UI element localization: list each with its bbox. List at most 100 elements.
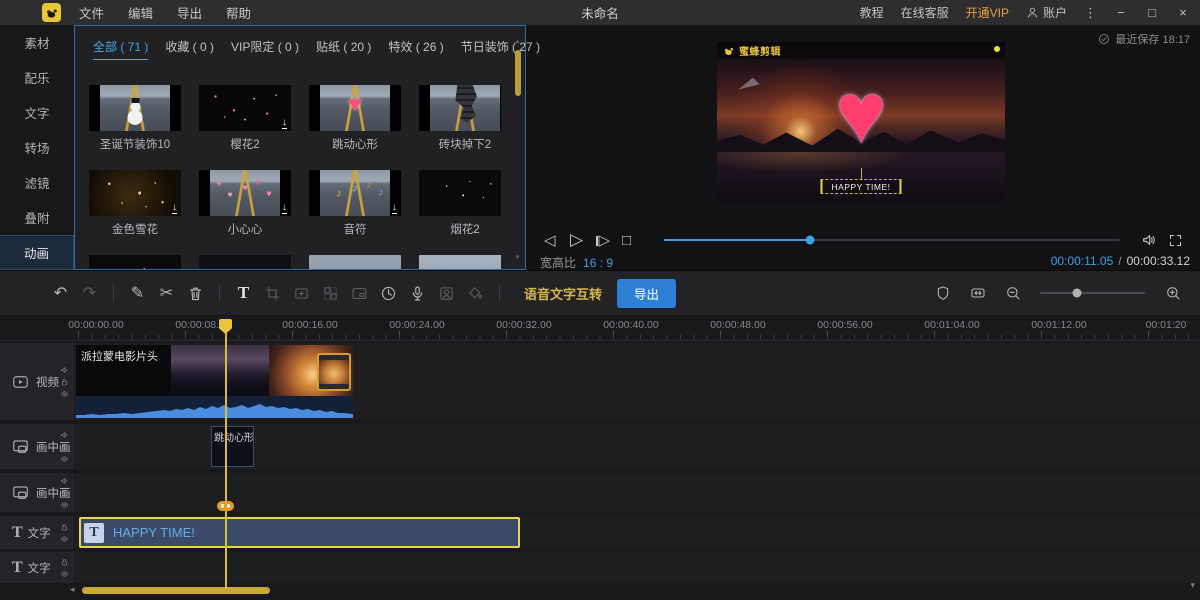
sidebar-item-filter[interactable]: 滤镜 bbox=[0, 165, 74, 200]
video-clip[interactable]: 派拉蒙电影片头 bbox=[76, 345, 353, 418]
asset-item-partial[interactable] bbox=[199, 255, 291, 269]
seek-bar[interactable] bbox=[664, 239, 1120, 241]
tab-favorites[interactable]: 收藏 ( 0 ) bbox=[165, 38, 214, 60]
asset-item[interactable]: ↓ 砖块掉下2 bbox=[419, 85, 501, 152]
transition-overlay-box[interactable] bbox=[317, 353, 351, 391]
tab-vip-only[interactable]: VIP限定 ( 0 ) bbox=[231, 38, 299, 60]
timeline-zoom-in-button[interactable] bbox=[1158, 285, 1187, 301]
lock-track-icon[interactable] bbox=[60, 488, 69, 497]
asset-panel-scrollbar[interactable]: ▴ ▾ bbox=[513, 38, 522, 261]
mute-track-icon[interactable] bbox=[60, 430, 69, 439]
asset-item-partial[interactable] bbox=[309, 255, 401, 269]
asset-item[interactable]: 圣诞节装饰10 bbox=[89, 85, 181, 152]
tab-all[interactable]: 全部 ( 71 ) bbox=[93, 38, 148, 60]
scroll-up-icon[interactable]: ▴ bbox=[513, 38, 522, 45]
account-button[interactable]: 账户 bbox=[1026, 4, 1067, 21]
lock-track-icon[interactable] bbox=[60, 442, 69, 451]
marker-button[interactable] bbox=[928, 285, 957, 301]
speech-text-convert-button[interactable]: 语音文字互转 bbox=[524, 284, 602, 303]
seek-knob[interactable] bbox=[805, 236, 814, 245]
tutorial-link[interactable]: 教程 bbox=[860, 4, 884, 21]
tab-holiday-decor[interactable]: 节日装饰 ( 27 ) bbox=[461, 38, 540, 60]
volume-button[interactable] bbox=[1136, 232, 1162, 248]
export-button[interactable]: 导出 bbox=[617, 279, 676, 308]
sidebar-item-music[interactable]: 配乐 bbox=[0, 60, 74, 95]
crop-button[interactable] bbox=[258, 285, 287, 302]
text-tool-button[interactable]: T bbox=[229, 283, 258, 303]
stop-button[interactable]: □ bbox=[622, 232, 648, 249]
playhead-clip-marker[interactable] bbox=[217, 501, 234, 511]
sidebar-item-transition[interactable]: 转场 bbox=[0, 130, 74, 165]
download-icon[interactable]: ↓ bbox=[392, 203, 397, 214]
text-track-lane[interactable] bbox=[72, 552, 1200, 583]
asset-item[interactable]: ♪↓ 音符 bbox=[309, 170, 401, 237]
tab-effects[interactable]: 特效 ( 26 ) bbox=[388, 38, 443, 60]
vip-upgrade-link[interactable]: 开通VIP bbox=[966, 4, 1009, 21]
zoom-slider-knob[interactable] bbox=[1072, 289, 1081, 298]
vscroll-down-icon[interactable]: ▾ bbox=[1190, 581, 1195, 590]
record-voiceover-button[interactable] bbox=[403, 285, 432, 302]
asset-item[interactable]: ♥ 跳动心形 bbox=[309, 85, 401, 152]
sidebar-item-animation[interactable]: 动画 bbox=[0, 235, 74, 270]
close-button[interactable]: × bbox=[1176, 5, 1190, 20]
asset-item[interactable]: ↓ 烟花2 bbox=[419, 170, 501, 237]
text-track-lane[interactable]: T HAPPY TIME! bbox=[72, 516, 1200, 549]
edit-clip-button[interactable]: ✎ bbox=[123, 283, 152, 303]
text-overlay-selected[interactable]: HAPPY TIME! bbox=[820, 179, 901, 194]
asset-item[interactable]: ↓ 樱花2 bbox=[199, 85, 291, 152]
scroll-down-icon[interactable]: ▾ bbox=[513, 254, 522, 261]
text-clip-selected[interactable]: T HAPPY TIME! bbox=[79, 517, 520, 548]
hide-track-icon[interactable] bbox=[60, 569, 69, 578]
text-rotate-handle[interactable] bbox=[861, 168, 862, 179]
hide-track-icon[interactable] bbox=[60, 454, 69, 463]
selection-handle-dot[interactable] bbox=[994, 46, 1000, 52]
sidebar-item-text[interactable]: 文字 bbox=[0, 95, 74, 130]
menu-help[interactable]: 帮助 bbox=[226, 3, 251, 22]
timeline-zoom-out-button[interactable] bbox=[998, 285, 1027, 301]
redo-button[interactable]: ↷ bbox=[75, 283, 104, 303]
timeline-ruler[interactable]: 00:00:00.00 00:00:08.00 00:00:16.00 00:0… bbox=[0, 315, 1200, 341]
menu-export[interactable]: 导出 bbox=[177, 3, 202, 22]
lock-track-icon[interactable] bbox=[60, 377, 69, 386]
asset-item[interactable]: ↓ 金色雪花 bbox=[89, 170, 181, 237]
more-menu-button[interactable]: ⋮ bbox=[1084, 5, 1097, 21]
playhead-line[interactable] bbox=[225, 321, 227, 589]
undo-button[interactable]: ↶ bbox=[46, 283, 75, 303]
hscroll-left-icon[interactable]: ◂ bbox=[70, 585, 75, 594]
pip-track-lane[interactable]: 跳动心形 bbox=[72, 424, 1200, 469]
app-logo-bee-icon[interactable] bbox=[42, 3, 61, 22]
download-icon[interactable]: ↓ bbox=[172, 203, 177, 214]
lock-track-icon[interactable] bbox=[60, 522, 69, 531]
minimize-button[interactable]: − bbox=[1114, 5, 1128, 20]
pip-track-lane[interactable] bbox=[72, 473, 1200, 512]
timeline-horizontal-scrollbar[interactable] bbox=[82, 587, 270, 594]
tab-stickers[interactable]: 贴纸 ( 20 ) bbox=[316, 38, 371, 60]
freeze-frame-button[interactable] bbox=[432, 285, 461, 302]
hide-track-icon[interactable] bbox=[60, 389, 69, 398]
download-icon[interactable]: ↓ bbox=[282, 118, 287, 129]
mosaic-button[interactable] bbox=[316, 285, 345, 302]
play-button[interactable]: ▷ bbox=[570, 230, 596, 250]
scrollbar-thumb[interactable] bbox=[515, 50, 521, 96]
aspect-ratio-value[interactable]: 16 : 9 bbox=[583, 256, 613, 270]
download-icon[interactable]: ↓ bbox=[282, 203, 287, 214]
split-button[interactable]: ✂ bbox=[152, 283, 181, 303]
heart-overlay[interactable]: ♥ bbox=[835, 80, 886, 147]
hide-track-icon[interactable] bbox=[60, 500, 69, 509]
asset-item[interactable]: ♥↓ 小心心 bbox=[199, 170, 291, 237]
video-preview-screen[interactable]: ♥ 蜜蜂剪辑 HAPPY TIME! bbox=[717, 42, 1005, 202]
pip-clip[interactable]: 跳动心形 bbox=[211, 426, 254, 467]
sidebar-item-overlay[interactable]: 叠附 bbox=[0, 200, 74, 235]
maximize-button[interactable]: □ bbox=[1145, 5, 1159, 20]
timeline-zoom-slider[interactable] bbox=[1040, 292, 1145, 294]
delete-button[interactable] bbox=[181, 285, 210, 302]
fullscreen-button[interactable] bbox=[1162, 233, 1188, 248]
mute-track-icon[interactable] bbox=[60, 365, 69, 374]
picture-in-picture-button[interactable] bbox=[345, 285, 374, 302]
style-fill-button[interactable] bbox=[461, 285, 490, 302]
duration-button[interactable] bbox=[374, 285, 403, 302]
fit-timeline-button[interactable] bbox=[963, 285, 992, 301]
zoom-frame-button[interactable] bbox=[287, 285, 316, 302]
asset-item-partial[interactable] bbox=[89, 255, 181, 269]
sidebar-item-media[interactable]: 素材 bbox=[0, 25, 74, 60]
